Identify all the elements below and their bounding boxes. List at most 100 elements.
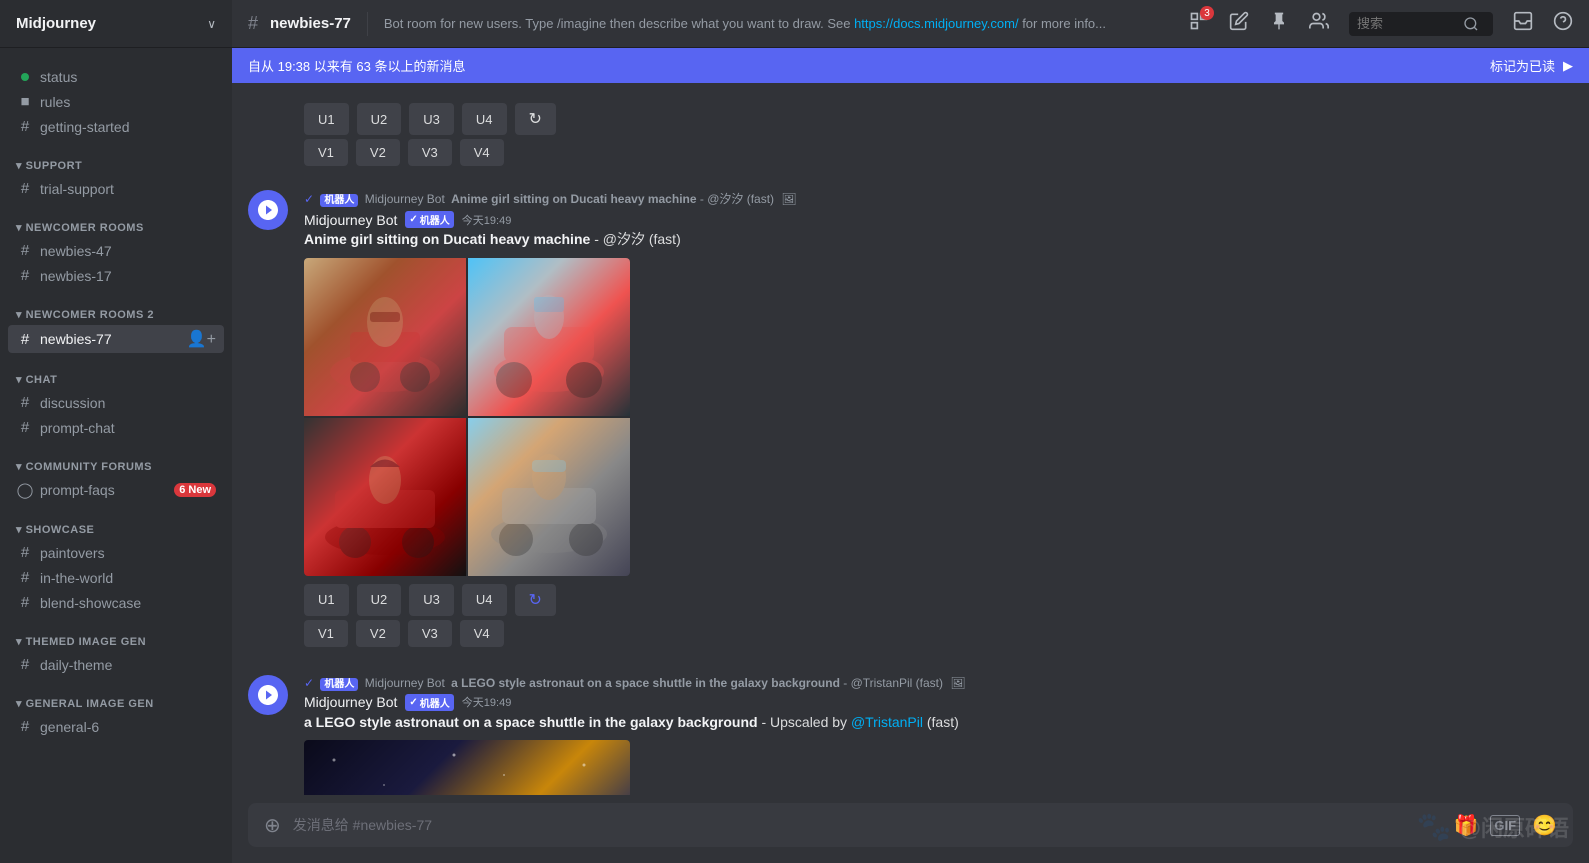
search-icon: [1463, 16, 1479, 32]
mark-read-button[interactable]: 标记为已读: [1490, 56, 1555, 75]
anime-v3-button[interactable]: V3: [408, 620, 452, 647]
anime-v2-button[interactable]: V2: [356, 620, 400, 647]
anime-u2-button[interactable]: U2: [357, 584, 402, 616]
v3-button[interactable]: V3: [408, 139, 452, 166]
sidebar-item-general-6[interactable]: # general-6: [8, 714, 224, 739]
status-dot-icon: [16, 68, 34, 85]
message-header-anime: Midjourney Bot ✓ 机器人 今天19:49: [304, 211, 1573, 228]
search-input[interactable]: [1357, 16, 1457, 31]
lego-suffix-inline: - @TristanPil (fast): [843, 676, 943, 690]
hashtag-icon: #: [16, 242, 34, 259]
search-box[interactable]: [1349, 12, 1493, 36]
verify-check: ✓: [409, 214, 417, 225]
sidebar-item-daily-theme[interactable]: # daily-theme: [8, 652, 224, 677]
server-name: Midjourney: [16, 15, 96, 32]
section-label-themed-image-gen[interactable]: ▾ THEMED IMAGE GEN: [8, 635, 224, 648]
v4-button[interactable]: V4: [460, 139, 504, 166]
image-icon[interactable]: 🖼: [781, 192, 796, 206]
anime-image-grid[interactable]: [304, 258, 630, 576]
channel-section-top: status ■ rules # getting-started: [0, 48, 232, 143]
lego-image-icon[interactable]: 🖼: [950, 676, 965, 690]
u4-button[interactable]: U4: [462, 103, 507, 135]
hashtag-icon: #: [16, 180, 34, 197]
anime-v4-button[interactable]: V4: [460, 620, 504, 647]
sidebar-item-blend-showcase[interactable]: # blend-showcase: [8, 590, 224, 615]
members-icon[interactable]: [1309, 11, 1329, 36]
sidebar-item-prompt-faqs[interactable]: ◯ prompt-faqs 6 New: [8, 477, 224, 503]
sidebar-item-label: rules: [40, 94, 216, 110]
gift-icon[interactable]: 🎁: [1454, 813, 1479, 838]
message-group-anime: ✓ 机器人 Midjourney Bot Anime girl sitting …: [248, 186, 1573, 655]
messages-area: U1 U2 U3 U4 ↻ V1 V2 V3 V4 ✓ 机器人: [232, 83, 1589, 795]
sidebar-item-discussion[interactable]: # discussion: [8, 390, 224, 415]
header-icons: 3: [1189, 11, 1573, 36]
u3-button[interactable]: U3: [409, 103, 454, 135]
sidebar-item-newbies-47[interactable]: # newbies-47: [8, 238, 224, 263]
sidebar-item-newbies-77[interactable]: # newbies-77 👤+: [8, 325, 224, 353]
message-group-lego: ✓ 机器人 Midjourney Bot a LEGO style astron…: [248, 671, 1573, 795]
variation-buttons-row-1: V1 V2 V3 V4: [304, 139, 1573, 166]
hashtag-icon: #: [16, 656, 34, 673]
section-arrow-icon: ▾: [16, 636, 22, 648]
hashtag-icon: #: [16, 594, 34, 611]
section-label-support[interactable]: ▾ SUPPORT: [8, 159, 224, 172]
sidebar-item-label: getting-started: [40, 119, 216, 135]
add-icon[interactable]: ⊕: [264, 813, 281, 838]
lego-mention[interactable]: @TristanPil: [851, 714, 923, 730]
lego-prompt-inline: a LEGO style astronaut on a space shuttl…: [451, 676, 840, 690]
inbox-icon[interactable]: [1513, 11, 1533, 36]
sidebar-item-getting-started[interactable]: # getting-started: [8, 114, 224, 139]
section-label-general-image-gen[interactable]: ▾ GENERAL IMAGE GEN: [8, 697, 224, 710]
sidebar-item-status[interactable]: status: [8, 64, 224, 89]
v1-button[interactable]: V1: [304, 139, 348, 166]
section-label-chat[interactable]: ▾ CHAT: [8, 373, 224, 386]
sidebar-item-newbies-17[interactable]: # newbies-17: [8, 263, 224, 288]
pencil-icon[interactable]: [1229, 11, 1249, 36]
docs-link[interactable]: https://docs.midjourney.com/: [854, 16, 1019, 31]
verify-check-lego: ✓: [409, 697, 417, 708]
inline-notification-lego: ✓ 机器人 Midjourney Bot a LEGO style astron…: [304, 675, 1573, 690]
refresh-button-top[interactable]: ↻: [515, 103, 556, 135]
new-badge: 6 New: [174, 483, 216, 497]
section-label-newcomer-rooms-2[interactable]: ▾ NEWCOMER ROOMS 2: [8, 308, 224, 321]
section-arrow-icon: ▾: [16, 524, 22, 536]
anime-u3-button[interactable]: U3: [409, 584, 454, 616]
u1-button[interactable]: U1: [304, 103, 349, 135]
notification-arrow-icon[interactable]: ▶: [1563, 58, 1573, 74]
anime-v1-button[interactable]: V1: [304, 620, 348, 647]
message-input[interactable]: [293, 817, 1442, 833]
section-label-newcomer-rooms[interactable]: ▾ NEWCOMER ROOMS: [8, 221, 224, 234]
message-time: 今天19:49: [462, 212, 512, 228]
server-header[interactable]: Midjourney ∨: [0, 0, 232, 48]
channel-section-themed-image-gen: ▾ THEMED IMAGE GEN # daily-theme: [0, 619, 232, 681]
lego-image[interactable]: [304, 740, 630, 795]
section-label-showcase[interactable]: ▾ SHOWCASE: [8, 523, 224, 536]
message-time-lego: 今天19:49: [462, 694, 512, 710]
sidebar-item-rules[interactable]: ■ rules: [8, 89, 224, 114]
pin-icon[interactable]: [1269, 11, 1289, 36]
channel-name: newbies-77: [270, 15, 351, 32]
sidebar-item-prompt-chat[interactable]: # prompt-chat: [8, 415, 224, 440]
anime-u4-button[interactable]: U4: [462, 584, 507, 616]
sidebar-item-paintovers[interactable]: # paintovers: [8, 540, 224, 565]
channel-section-support: ▾ SUPPORT # trial-support: [0, 143, 232, 205]
add-member-icon[interactable]: 👤+: [187, 329, 216, 349]
channel-hash-icon: #: [248, 13, 258, 34]
section-label-community-forums[interactable]: ▾ COMMUNITY FORUMS: [8, 460, 224, 473]
v2-button[interactable]: V2: [356, 139, 400, 166]
sidebar-item-in-the-world[interactable]: # in-the-world: [8, 565, 224, 590]
anime-u1-button[interactable]: U1: [304, 584, 349, 616]
anime-image-1: [304, 258, 466, 416]
sidebar-item-trial-support[interactable]: # trial-support: [8, 176, 224, 201]
gif-icon[interactable]: GIF: [1490, 815, 1520, 836]
anime-refresh-button[interactable]: ↻: [515, 584, 556, 616]
machine-label: 机器人: [420, 212, 450, 227]
section-arrow-icon: ▾: [16, 461, 22, 473]
sidebar-item-label: prompt-chat: [40, 420, 216, 436]
lego-prompt-bold: a LEGO style astronaut on a space shuttl…: [304, 714, 758, 730]
help-icon[interactable]: [1553, 11, 1573, 36]
threads-icon[interactable]: 3: [1189, 11, 1209, 36]
u2-button[interactable]: U2: [357, 103, 402, 135]
emoji-icon[interactable]: 😊: [1532, 813, 1557, 838]
hashtag-icon: #: [16, 267, 34, 284]
